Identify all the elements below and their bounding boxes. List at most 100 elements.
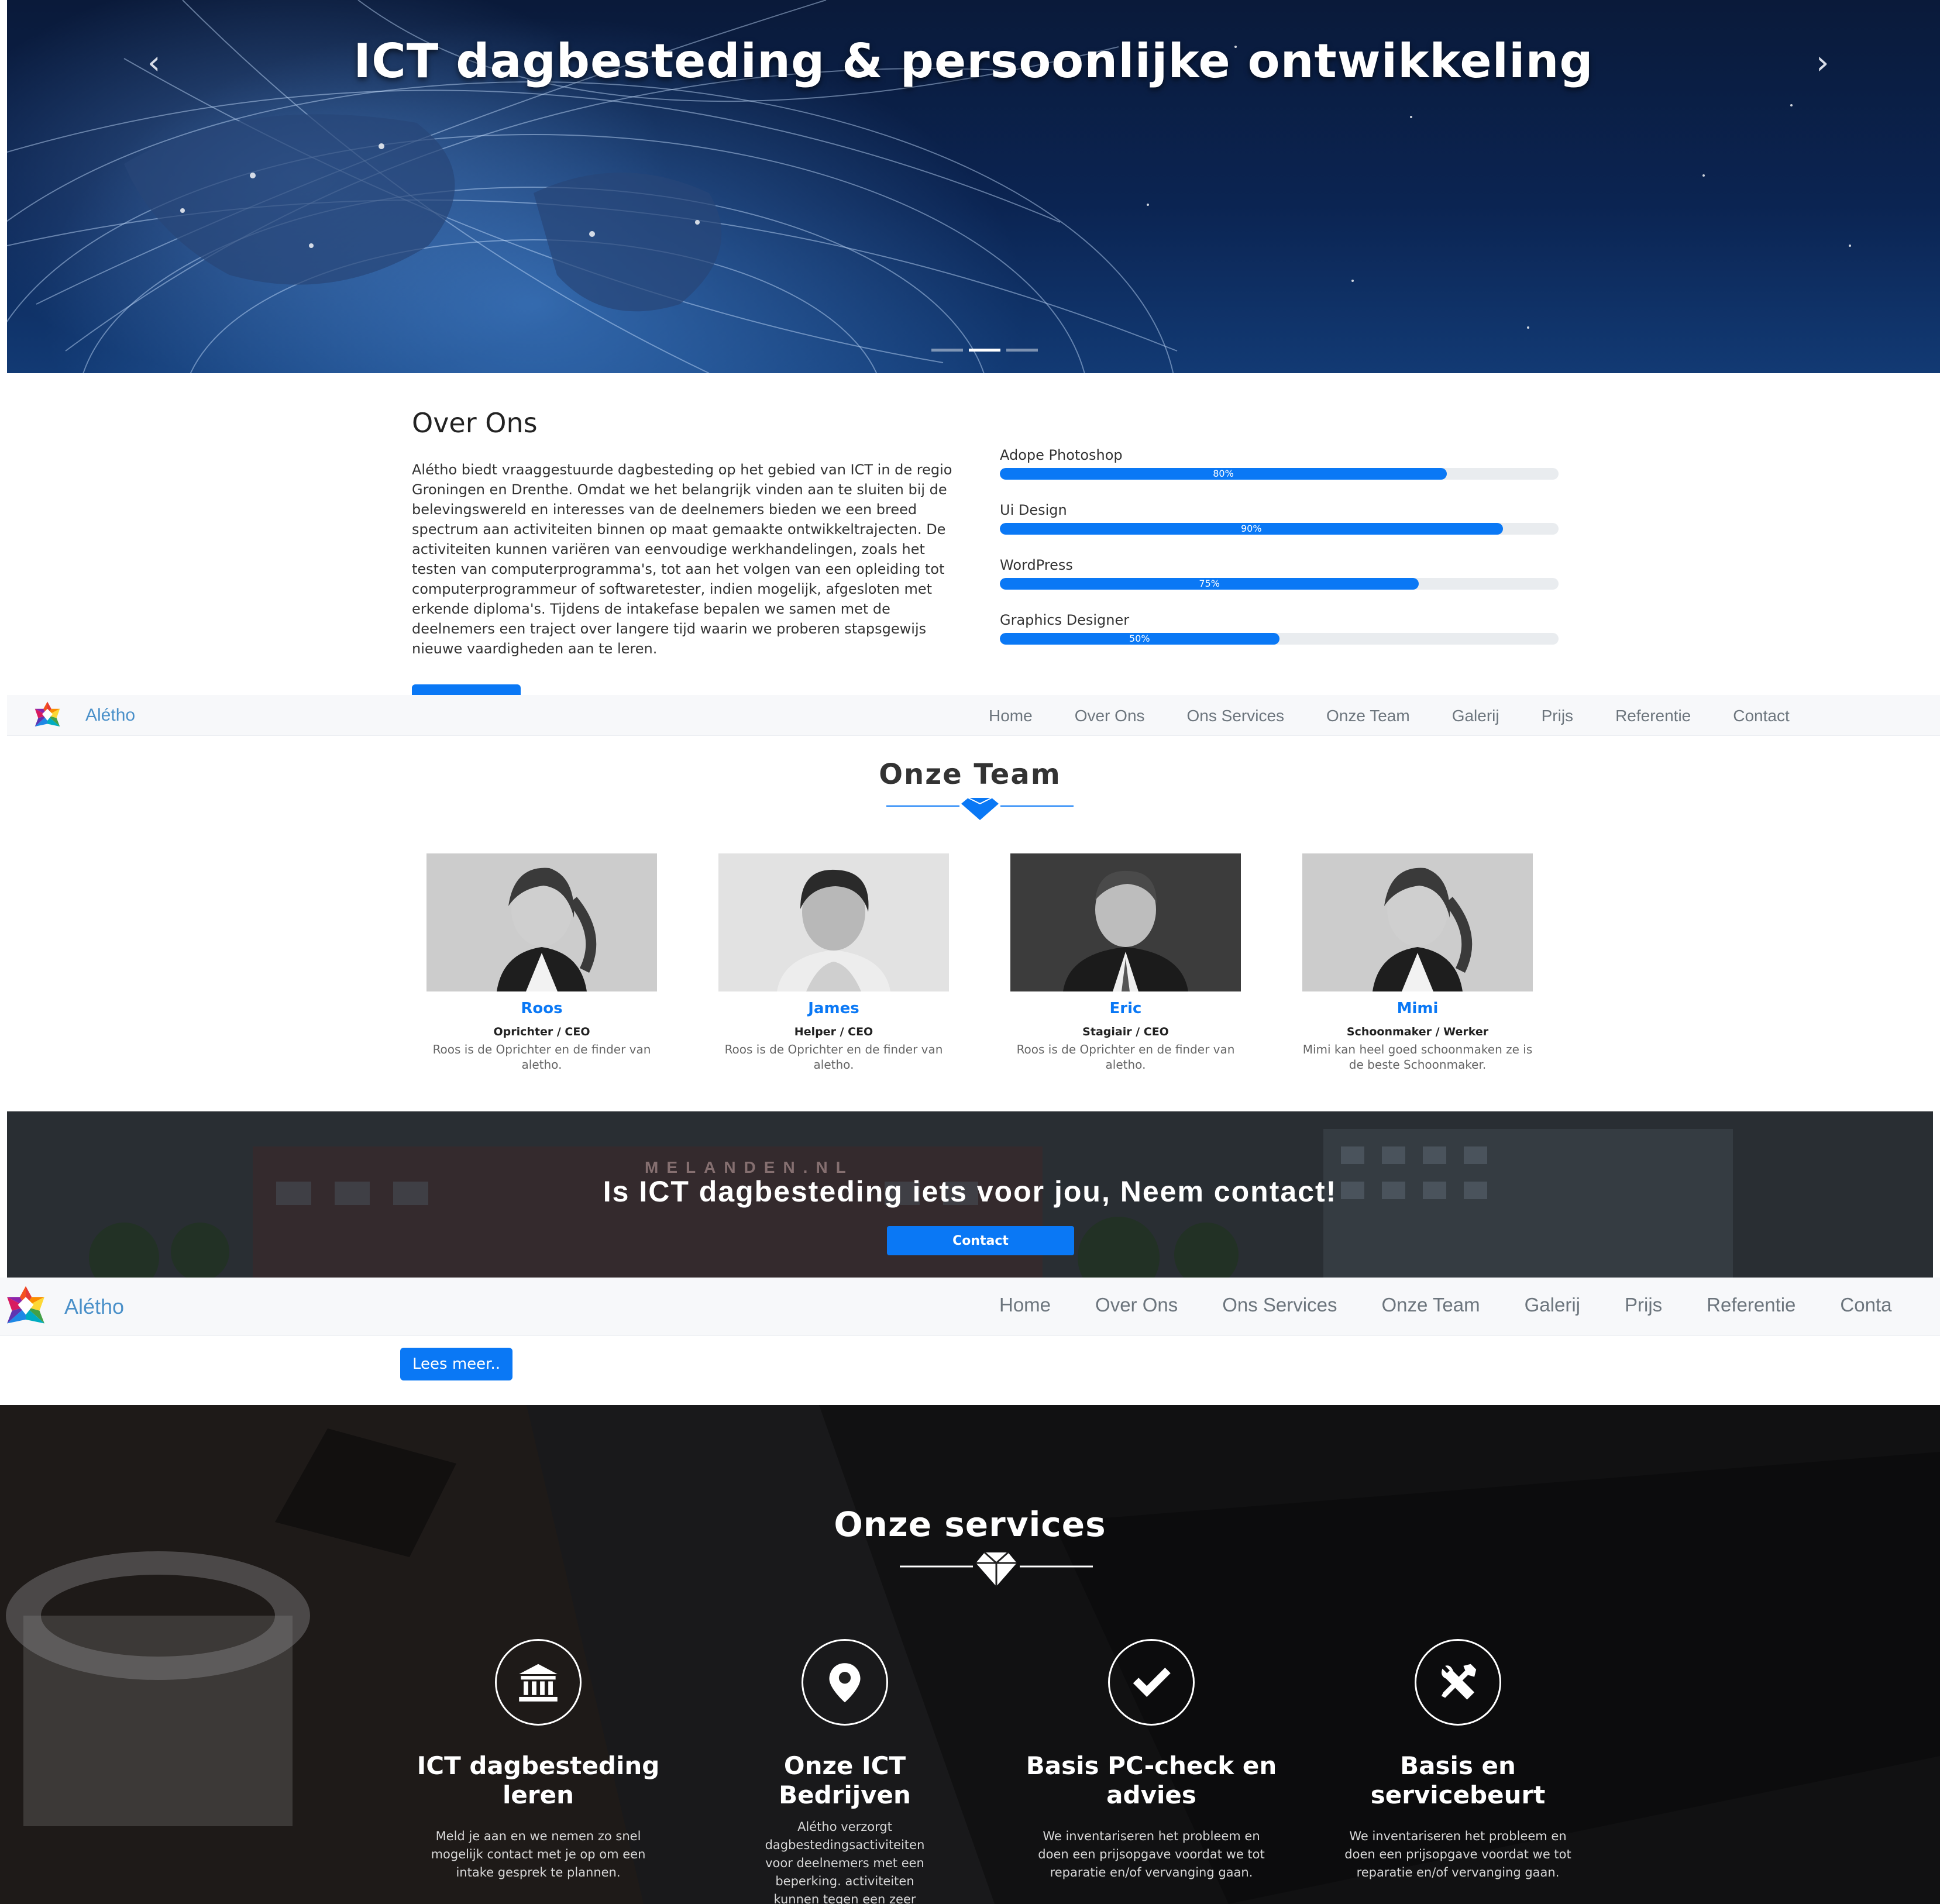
nav-link-galerij[interactable]: Galerij [1525, 1294, 1580, 1316]
hero-carousel: ‹ ICT dagbesteding & persoonlijke ontwik… [7, 0, 1940, 373]
about-title: Over Ons [412, 407, 538, 439]
navbar: Alétho Home Over Ons Ons Services Onze T… [0, 1278, 1940, 1336]
contact-button[interactable]: Contact [887, 1226, 1074, 1255]
member-desc: Mimi kan heel goed schoonmaken ze is de … [1302, 1042, 1533, 1072]
aletho-logo-icon [35, 701, 60, 727]
service-title: ICT dagbesteding leren [417, 1751, 660, 1809]
lees-meer-button[interactable]: Lees meer.. [400, 1348, 512, 1380]
services-title: Onze services [834, 1504, 1106, 1544]
service-desc: We inventariseren het probleem en doen e… [1344, 1829, 1571, 1879]
progress-fill: 90% [1000, 523, 1503, 535]
member-name: Roos [521, 1000, 563, 1017]
brand-name: Alétho [64, 1294, 125, 1318]
progress-bar: 75% [1000, 578, 1559, 590]
map-pin-icon [802, 1639, 888, 1726]
contact-cta-section: MELANDEN.NL Is ICT dagbesteding iets voo… [7, 1111, 1933, 1278]
skill-label: Adope Photoshop [1000, 447, 1123, 463]
service-title: Basis en servicebeurt [1370, 1751, 1546, 1809]
member-photo [718, 853, 949, 991]
skill-item: WordPress 75% [1000, 557, 1559, 590]
brand-link[interactable]: Alétho [21, 699, 135, 732]
team-title: Onze Team [879, 758, 1061, 791]
skill-label: Ui Design [1000, 502, 1067, 518]
member-photo [1302, 853, 1533, 991]
service-card: Onze ICT Bedrijven Alétho verzorgt dagbe… [716, 1639, 974, 1904]
nav-link-galerij[interactable]: Galerij [1452, 707, 1499, 725]
team-member-card: Mimi Schoonmaker / Werker Mimi kan heel … [1301, 853, 1535, 1072]
diamond-divider-icon [886, 797, 1074, 820]
team-section: Onze Team Roos Oprichter / CEO Roos is d… [7, 736, 1933, 1111]
skill-item: Ui Design 90% [1000, 502, 1559, 535]
member-desc: Roos is de Oprichter en de finder van al… [1016, 1042, 1235, 1072]
skill-item: Adope Photoshop 80% [1000, 447, 1559, 480]
team-member-card: Roos Oprichter / CEO Roos is de Oprichte… [425, 853, 659, 1072]
about-section: Over Ons Alétho biedt vraaggestuurde dag… [7, 373, 1940, 695]
services-section: Onze services ICT dagbesteding leren Mel… [0, 1405, 1940, 1904]
member-photo [426, 853, 657, 991]
nav-link-prijs[interactable]: Prijs [1542, 707, 1573, 725]
service-card: ICT dagbesteding leren Meld je aan en we… [410, 1639, 667, 1904]
check-icon [1108, 1639, 1195, 1726]
nav-link-home[interactable]: Home [989, 707, 1033, 725]
navbar: Alétho Home Over Ons Ons Services Onze T… [7, 695, 1940, 736]
nav-link-over-ons[interactable]: Over Ons [1075, 707, 1145, 725]
nav-link-onze-team[interactable]: Onze Team [1326, 707, 1410, 725]
progress-fill: 50% [1000, 633, 1279, 645]
progress-fill: 75% [1000, 578, 1419, 590]
carousel-indicators [931, 349, 1038, 352]
carousel-indicator-2[interactable] [969, 349, 1000, 352]
service-desc: We inventariseren het probleem en doen e… [1038, 1829, 1265, 1879]
member-photo [1010, 853, 1241, 991]
progress-bar: 80% [1000, 468, 1559, 480]
skill-label: WordPress [1000, 557, 1073, 573]
hero-title: ICT dagbesteding & persoonlijke ontwikke… [353, 34, 1594, 88]
member-role: Stagiair / CEO [1082, 1025, 1169, 1038]
about-text: Alétho biedt vraaggestuurde dagbesteding… [412, 462, 952, 657]
nav-link-ons-services[interactable]: Ons Services [1187, 707, 1285, 725]
progress-bar: 50% [1000, 633, 1559, 645]
carousel-next-icon[interactable]: › [1816, 47, 1829, 80]
nav-link-prijs[interactable]: Prijs [1625, 1294, 1662, 1316]
skill-label: Graphics Designer [1000, 612, 1130, 628]
brand-name: Alétho [85, 705, 136, 725]
lees-meer-button-peek[interactable] [412, 684, 521, 695]
nav-link-contact[interactable]: Contact [1733, 707, 1790, 725]
service-title: Onze ICT Bedrijven [779, 1751, 911, 1809]
brand-link[interactable]: Alétho [0, 1282, 124, 1331]
service-list: ICT dagbesteding leren Meld je aan en we… [410, 1639, 1587, 1904]
aletho-logo-icon [7, 1286, 44, 1324]
member-desc: Roos is de Oprichter en de finder van al… [432, 1042, 651, 1072]
nav-links: Home Over Ons Ons Services Onze Team Gal… [989, 707, 1832, 725]
nav-link-home[interactable]: Home [999, 1294, 1051, 1316]
nav-link-referentie[interactable]: Referentie [1707, 1294, 1795, 1316]
nav-links: Home Over Ons Ons Services Onze Team Gal… [999, 1294, 1936, 1316]
cta-title: Is ICT dagbesteding iets voor jou, Neem … [603, 1175, 1337, 1208]
member-name: Eric [1109, 1000, 1142, 1017]
nav-link-referentie[interactable]: Referentie [1615, 707, 1691, 725]
member-role: Schoonmaker / Werker [1346, 1025, 1489, 1038]
team-member-card: James Helper / CEO Roos is de Oprichter … [717, 853, 951, 1072]
team-members: Roos Oprichter / CEO Roos is de Oprichte… [425, 853, 1535, 1072]
service-title: Basis PC-check en advies [1026, 1751, 1277, 1809]
service-card: Basis PC-check en advies We inventariser… [1023, 1639, 1280, 1904]
nav-link-onze-team[interactable]: Onze Team [1381, 1294, 1480, 1316]
lees-meer-strip: Lees meer.. [0, 1336, 1940, 1405]
tools-icon [1415, 1639, 1501, 1726]
member-name: James [808, 1000, 859, 1017]
progress-bar: 90% [1000, 523, 1559, 535]
carousel-indicator-3[interactable] [1006, 349, 1038, 352]
team-member-card: Eric Stagiair / CEO Roos is de Oprichter… [1009, 853, 1243, 1072]
service-desc: Alétho verzorgt dagbestedingsactiviteite… [765, 1820, 925, 1904]
carousel-indicator-1[interactable] [931, 349, 963, 352]
nav-link-ons-services[interactable]: Ons Services [1222, 1294, 1337, 1316]
member-name: Mimi [1396, 1000, 1439, 1017]
diamond-divider-icon [900, 1551, 1093, 1586]
skills-list: Adope Photoshop 80% Ui Design 90% WordPr… [1000, 447, 1559, 667]
nav-link-over-ons[interactable]: Over Ons [1095, 1294, 1178, 1316]
member-role: Helper / CEO [794, 1025, 873, 1038]
progress-fill: 80% [1000, 468, 1447, 480]
skill-item: Graphics Designer 50% [1000, 612, 1559, 645]
member-role: Oprichter / CEO [493, 1025, 590, 1038]
service-desc: Meld je aan en we nemen zo snel mogelijk… [431, 1829, 646, 1879]
nav-link-contact[interactable]: Conta [1840, 1294, 1891, 1316]
